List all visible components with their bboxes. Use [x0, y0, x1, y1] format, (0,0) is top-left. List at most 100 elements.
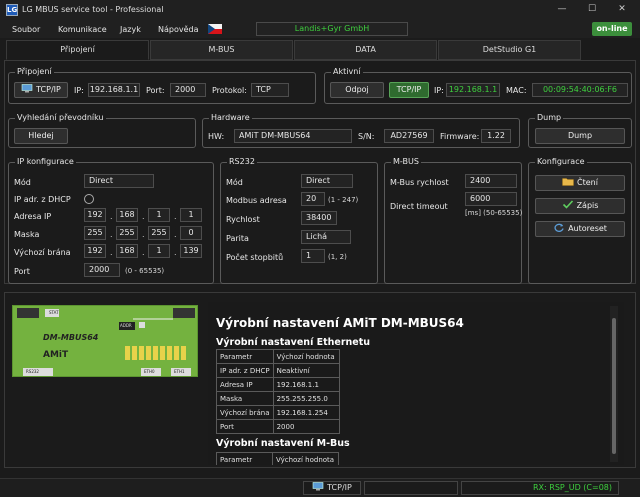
table-row: Výchozí brána 192.168.1.254 — [216, 405, 340, 420]
hw-label: HW: — [208, 132, 225, 141]
app-icon: LG — [6, 4, 18, 16]
connection-type-button[interactable]: TCP/IP — [14, 82, 68, 98]
table-cell: 2000 — [272, 419, 340, 434]
mask-label: Maska — [14, 230, 40, 239]
doc-title: Výrobní nastavení AMiT DM-MBUS64 — [216, 316, 464, 330]
dhcp-label: IP adr. z DHCP — [14, 195, 71, 204]
sn-label: S/N: — [358, 132, 375, 141]
mac-label: MAC: — [506, 86, 527, 95]
port-input[interactable]: 2000 — [170, 83, 206, 97]
company-field: Landis+Gyr GmbH — [256, 22, 408, 36]
firmware-field: 1.22 — [481, 129, 511, 143]
ip-octet-1[interactable]: 192 — [84, 208, 106, 222]
search-legend: Vyhledání převodníku — [15, 113, 106, 122]
table-row: Maska 255.255.255.0 — [216, 391, 340, 406]
scrollbar-thumb[interactable] — [612, 318, 616, 454]
rs232-speed-select[interactable]: 38400 — [301, 211, 337, 225]
gw-octet-3[interactable]: 1 — [148, 244, 170, 258]
read-button[interactable]: Čtení — [535, 175, 625, 191]
ip-config-legend: IP konfigurace — [15, 157, 76, 166]
menu-komunikace[interactable]: Komunikace — [58, 25, 107, 34]
hw-field: AMiT DM-MBUS64 — [234, 129, 352, 143]
network-icon — [312, 482, 324, 491]
refresh-icon — [554, 223, 564, 232]
mask-octet-4[interactable]: 0 — [180, 226, 202, 240]
stopbits-input[interactable]: 1 — [301, 249, 325, 263]
ip-port-label: Port — [14, 267, 30, 276]
table-header-row: Parametr Výchozí hodnota — [216, 349, 340, 364]
gw-octet-1[interactable]: 192 — [84, 244, 106, 258]
search-button[interactable]: Hledej — [14, 128, 68, 144]
sn-field: AD27569 — [384, 129, 434, 143]
mask-octet-2[interactable]: 255 — [116, 226, 138, 240]
table-cell: Adresa IP — [216, 377, 274, 392]
timeout-label: Direct timeout — [390, 202, 448, 211]
board-drawing — [17, 308, 195, 376]
maximize-button[interactable]: ☐ — [582, 2, 602, 16]
table-row: Adresa IP 192.168.1.1 — [216, 377, 340, 392]
hardware-legend: Hardware — [209, 113, 252, 122]
table-header-row: Parametr Výchozí hodnota — [216, 452, 339, 465]
menu-napoveda[interactable]: Nápověda — [158, 25, 199, 34]
board-label-eth1: ETH1 — [174, 369, 185, 374]
board-label-rs232: RS232 — [26, 369, 39, 374]
dump-legend: Dump — [535, 113, 564, 122]
tab-mbus[interactable]: M-BUS — [150, 40, 293, 60]
aktivni-legend: Aktivní — [331, 67, 363, 76]
menu-jazyk[interactable]: Jazyk — [120, 25, 141, 34]
stopbits-range: (1, 2) — [328, 253, 347, 261]
tab-detstudio[interactable]: DetStudio G1 — [438, 40, 581, 60]
window-title: LG MBUS service tool - Professional — [22, 5, 164, 14]
factory-settings-doc: Výrobní nastavení AMiT DM-MBUS64 Výrobní… — [208, 302, 624, 465]
table-header-cell: Parametr — [216, 452, 273, 465]
mbus-speed-select[interactable]: 2400 — [465, 174, 517, 188]
write-button[interactable]: Zápis — [535, 198, 625, 214]
ethernet-defaults-table: Parametr Výchozí hodnota IP adr. z DHCP N… — [216, 349, 340, 434]
parity-label: Parita — [226, 234, 249, 243]
tab-data[interactable]: DATA — [294, 40, 437, 60]
table-cell: 192.168.1.254 — [272, 405, 340, 420]
board-name-label: DM-MBUS64 — [43, 333, 99, 342]
ip-octet-2[interactable]: 168 — [116, 208, 138, 222]
status-rx: RX: RSP_UD (C=08) — [461, 481, 619, 495]
dhcp-radio[interactable] — [84, 194, 94, 204]
table-header-cell: Výchozí hodnota — [272, 349, 340, 364]
active-ip-field: 192.168.1.1 — [446, 83, 500, 97]
ip-label: IP: — [74, 86, 84, 95]
board-label-stat: STAT — [49, 310, 59, 315]
czech-flag-icon[interactable] — [208, 24, 222, 34]
doc-section-ethernet: Výrobní nastavení Ethernetu — [216, 337, 371, 348]
active-ip-label: IP: — [434, 86, 444, 95]
ip-port-input[interactable]: 2000 — [84, 263, 120, 277]
mbus-legend: M-BUS — [391, 157, 421, 166]
doc-scrollbar[interactable] — [610, 306, 618, 462]
ip-input[interactable]: 192.168.1.1 — [88, 83, 140, 97]
rs232-mode-select[interactable]: Direct — [301, 174, 353, 188]
table-cell: IP adr. z DHCP — [216, 363, 274, 378]
close-button[interactable]: ✕ — [612, 2, 632, 16]
protocol-select[interactable]: TCP — [251, 83, 289, 97]
menu-soubor[interactable]: Soubor — [12, 25, 40, 34]
title-bar: LG LG MBUS service tool - Professional —… — [0, 0, 640, 20]
tab-pripojeni[interactable]: Připojení — [6, 40, 149, 60]
gw-octet-4[interactable]: 139 — [180, 244, 202, 258]
mask-octet-1[interactable]: 255 — [84, 226, 106, 240]
ip-mode-label: Mód — [14, 178, 31, 187]
rs232-speed-label: Rychlost — [226, 215, 260, 224]
ip-octet-4[interactable]: 1 — [180, 208, 202, 222]
dump-button[interactable]: Dump — [535, 128, 625, 144]
parity-select[interactable]: Lichá — [301, 230, 351, 244]
modbus-input[interactable]: 20 — [301, 192, 325, 206]
ip-octet-3[interactable]: 1 — [148, 208, 170, 222]
table-header-cell: Parametr — [216, 349, 274, 364]
ip-mode-select[interactable]: Direct — [84, 174, 154, 188]
timeout-input[interactable]: 6000 — [465, 192, 517, 206]
board-label-eth0: ETH0 — [144, 369, 155, 374]
protocol-label: Protokol: — [212, 86, 247, 95]
gw-octet-2[interactable]: 168 — [116, 244, 138, 258]
main-tabs: Připojení M-BUS DATA DetStudio G1 — [6, 40, 634, 60]
mask-octet-3[interactable]: 255 — [148, 226, 170, 240]
autoreset-button[interactable]: Autoreset — [535, 221, 625, 237]
minimize-button[interactable]: — — [552, 2, 572, 16]
disconnect-button[interactable]: Odpoj — [330, 82, 384, 98]
